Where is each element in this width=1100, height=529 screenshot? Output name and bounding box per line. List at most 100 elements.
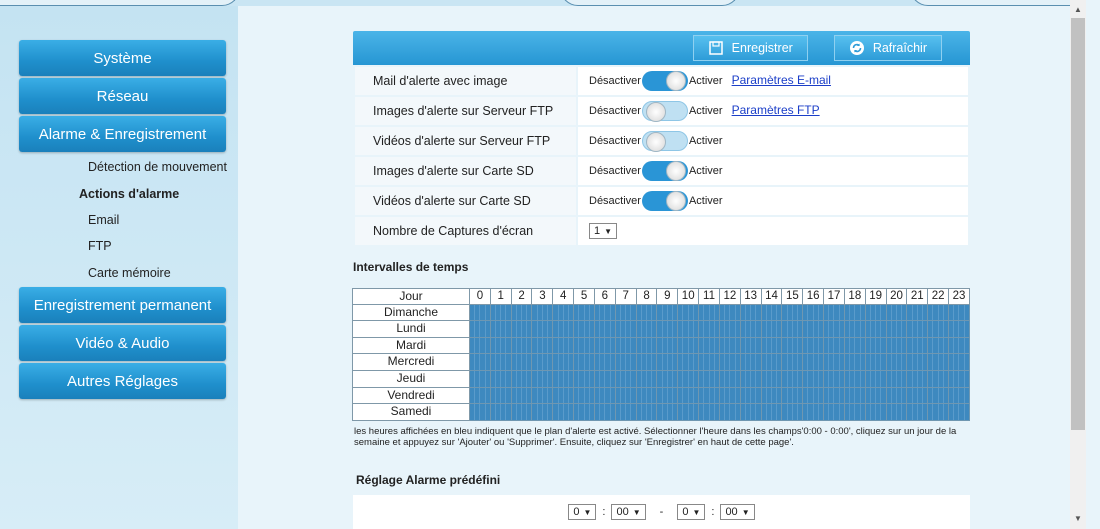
- quarter-slot[interactable]: [881, 404, 886, 420]
- quarter-slot[interactable]: [652, 354, 657, 370]
- hour-slot[interactable]: [678, 321, 700, 338]
- hour-slot[interactable]: [824, 337, 845, 355]
- quarter-slot[interactable]: [631, 337, 636, 354]
- hour-slot[interactable]: [949, 337, 970, 355]
- hour-slot[interactable]: [928, 354, 950, 371]
- quarter-slot[interactable]: [923, 304, 928, 321]
- hour-slot[interactable]: [511, 404, 533, 421]
- hour-slot[interactable]: [844, 354, 866, 371]
- day-label[interactable]: Mercredi: [352, 354, 470, 371]
- hour-slot[interactable]: [470, 354, 491, 371]
- quarter-slot[interactable]: [652, 337, 657, 354]
- quarter-slot[interactable]: [548, 370, 553, 387]
- quarter-slot[interactable]: [673, 321, 678, 337]
- hour-slot[interactable]: [761, 321, 783, 338]
- quarter-slot[interactable]: [485, 354, 490, 370]
- hour-slot[interactable]: [782, 337, 804, 355]
- quarter-slot[interactable]: [798, 321, 803, 337]
- quarter-slot[interactable]: [777, 337, 782, 354]
- hour-slot[interactable]: [928, 404, 950, 421]
- hour-slot[interactable]: [574, 354, 595, 371]
- hour-slot[interactable]: [782, 304, 804, 322]
- quarter-slot[interactable]: [860, 387, 865, 404]
- scroll-down-icon[interactable]: ▼: [1070, 511, 1086, 527]
- hour-slot[interactable]: [803, 404, 825, 421]
- quarter-slot[interactable]: [756, 304, 761, 321]
- hour-slot[interactable]: [719, 354, 741, 371]
- quarter-slot[interactable]: [923, 370, 928, 387]
- hour-slot[interactable]: [907, 404, 929, 421]
- quarter-slot[interactable]: [568, 321, 574, 337]
- quarter-slot[interactable]: [568, 370, 574, 387]
- quarter-slot[interactable]: [798, 337, 803, 354]
- quarter-slot[interactable]: [527, 304, 532, 321]
- hour-slot[interactable]: [740, 370, 762, 388]
- hour-slot[interactable]: [719, 304, 741, 322]
- hour-slot[interactable]: [511, 370, 533, 388]
- quarter-slot[interactable]: [506, 370, 511, 387]
- hour-slot[interactable]: [699, 337, 720, 355]
- quarter-slot[interactable]: [964, 404, 969, 420]
- quarter-slot[interactable]: [881, 304, 886, 321]
- sidebar-sub-detection[interactable]: Détection de mouvement: [88, 160, 227, 174]
- hour-slot[interactable]: [636, 354, 658, 371]
- hour-slot[interactable]: [782, 354, 804, 371]
- hour-slot[interactable]: [574, 337, 595, 355]
- quarter-slot[interactable]: [610, 404, 615, 420]
- quarter-slot[interactable]: [568, 304, 574, 321]
- quarter-slot[interactable]: [589, 354, 594, 370]
- hour-slot[interactable]: [470, 337, 491, 355]
- hour-slot[interactable]: [699, 304, 720, 322]
- quarter-slot[interactable]: [589, 387, 594, 404]
- quarter-slot[interactable]: [839, 321, 844, 337]
- hour-slot[interactable]: [803, 387, 825, 405]
- quarter-slot[interactable]: [964, 387, 969, 404]
- hour-slot[interactable]: [490, 304, 512, 322]
- hour-slot[interactable]: [532, 337, 554, 355]
- hour-slot[interactable]: [636, 370, 658, 388]
- quarter-slot[interactable]: [589, 404, 594, 420]
- hour-slot[interactable]: [782, 387, 804, 405]
- quarter-slot[interactable]: [860, 370, 865, 387]
- quarter-slot[interactable]: [798, 387, 803, 404]
- quarter-slot[interactable]: [735, 321, 740, 337]
- hour-slot[interactable]: [678, 404, 700, 421]
- quarter-slot[interactable]: [902, 354, 907, 370]
- hour-slot[interactable]: [594, 337, 616, 355]
- quarter-slot[interactable]: [610, 370, 615, 387]
- hour-slot[interactable]: [470, 304, 491, 322]
- quarter-slot[interactable]: [693, 354, 699, 370]
- quarter-slot[interactable]: [943, 354, 949, 370]
- hour-slot[interactable]: [574, 304, 595, 322]
- hour-slot[interactable]: [928, 304, 950, 322]
- refresh-button[interactable]: Rafraîchir: [833, 35, 942, 61]
- scroll-up-icon[interactable]: ▲: [1070, 2, 1086, 18]
- quarter-slot[interactable]: [527, 387, 532, 404]
- quarter-slot[interactable]: [714, 370, 719, 387]
- hour-slot[interactable]: [719, 321, 741, 338]
- quarter-slot[interactable]: [943, 370, 949, 387]
- quarter-slot[interactable]: [527, 337, 532, 354]
- hour-slot[interactable]: [615, 354, 637, 371]
- quarter-slot[interactable]: [693, 337, 699, 354]
- quarter-slot[interactable]: [756, 404, 761, 420]
- quarter-slot[interactable]: [652, 387, 657, 404]
- hour-slot[interactable]: [886, 387, 908, 405]
- hour-slot[interactable]: [740, 387, 762, 405]
- hour-slot[interactable]: [824, 370, 845, 388]
- quarter-slot[interactable]: [943, 387, 949, 404]
- quarter-slot[interactable]: [589, 321, 594, 337]
- quarter-slot[interactable]: [881, 321, 886, 337]
- quarter-slot[interactable]: [568, 337, 574, 354]
- quarter-slot[interactable]: [735, 370, 740, 387]
- quarter-slot[interactable]: [527, 321, 532, 337]
- quarter-slot[interactable]: [673, 337, 678, 354]
- quarter-slot[interactable]: [506, 321, 511, 337]
- hour-slot[interactable]: [511, 321, 533, 338]
- settings-link[interactable]: Paramètres E-mail: [732, 73, 831, 87]
- hour-slot[interactable]: [574, 321, 595, 338]
- hour-slot[interactable]: [490, 321, 512, 338]
- quarter-slot[interactable]: [693, 387, 699, 404]
- save-button[interactable]: Enregistrer: [692, 35, 808, 61]
- quarter-slot[interactable]: [756, 354, 761, 370]
